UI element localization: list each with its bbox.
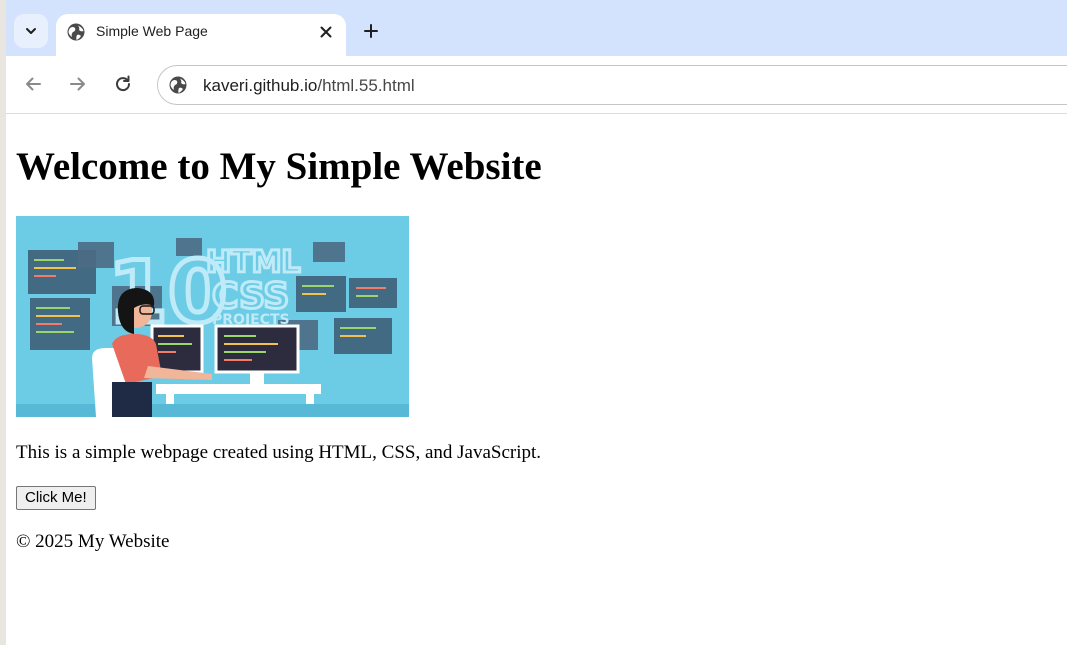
url-path: /html.55.html xyxy=(317,76,415,95)
hero-line-css: CSS xyxy=(212,276,289,317)
plus-icon xyxy=(364,24,378,38)
browser-window: Simple Web Page kaveri.github.io/html.55… xyxy=(6,0,1067,645)
globe-icon xyxy=(67,23,85,41)
tab-search-button[interactable] xyxy=(14,14,48,48)
site-info-icon[interactable] xyxy=(168,75,188,95)
hero-line-html: HTML xyxy=(206,245,301,280)
chevron-down-icon xyxy=(26,28,36,34)
new-tab-button[interactable] xyxy=(358,18,384,44)
close-tab-button[interactable] xyxy=(314,20,338,44)
page-heading: Welcome to My Simple Website xyxy=(16,145,542,188)
url-host: kaveri.github.io xyxy=(203,76,318,95)
page-content: Welcome to My Simple Website 10 HTML CSS… xyxy=(6,114,1067,645)
reload-icon xyxy=(116,75,131,92)
address-bar[interactable]: kaveri.github.io/html.55.html xyxy=(157,65,1067,105)
browser-toolbar: kaveri.github.io/html.55.html xyxy=(6,56,1067,114)
click-me-button[interactable]: Click Me! xyxy=(16,486,96,510)
tab-title: Simple Web Page xyxy=(96,23,208,39)
active-tab[interactable]: Simple Web Page xyxy=(56,14,346,56)
reload-button[interactable] xyxy=(111,72,135,96)
footer-text: © 2025 My Website xyxy=(16,531,170,552)
hero-image: 10 HTML CSS PROJECTS xyxy=(16,216,409,417)
back-button[interactable] xyxy=(21,72,45,96)
close-icon xyxy=(320,26,332,38)
tab-strip: Simple Web Page xyxy=(6,0,1067,56)
url-text[interactable]: kaveri.github.io/html.55.html xyxy=(203,76,415,96)
forward-arrow-icon xyxy=(70,77,85,91)
back-arrow-icon xyxy=(26,77,41,91)
intro-paragraph: This is a simple webpage created using H… xyxy=(16,442,542,463)
forward-button[interactable] xyxy=(66,72,90,96)
